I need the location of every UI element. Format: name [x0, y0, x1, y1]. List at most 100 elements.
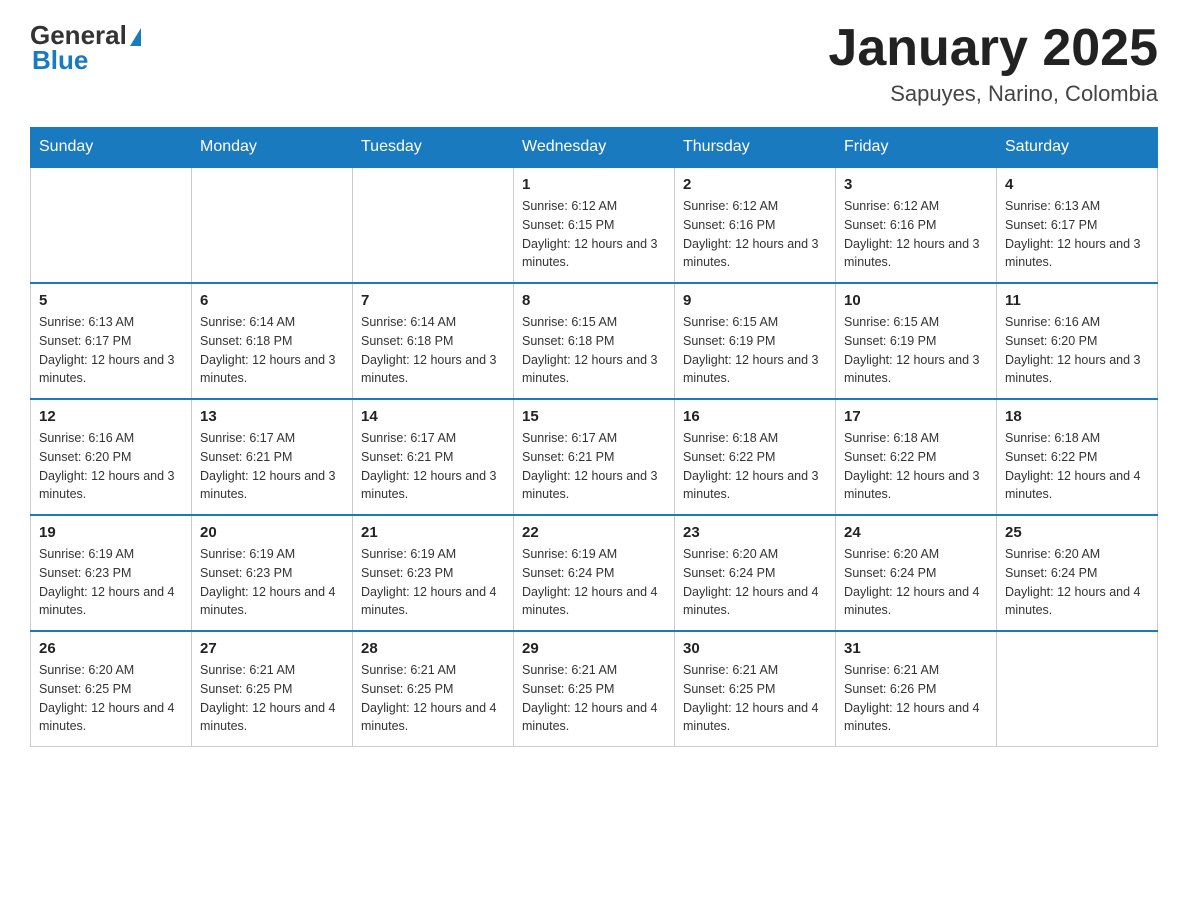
day-info: Sunrise: 6:19 AMSunset: 6:23 PMDaylight:…	[39, 545, 183, 620]
day-info: Sunrise: 6:17 AMSunset: 6:21 PMDaylight:…	[361, 429, 505, 504]
day-number: 16	[683, 408, 827, 425]
day-info: Sunrise: 6:21 AMSunset: 6:25 PMDaylight:…	[200, 661, 344, 736]
calendar-cell-1-7: 4Sunrise: 6:13 AMSunset: 6:17 PMDaylight…	[997, 167, 1158, 283]
day-info: Sunrise: 6:20 AMSunset: 6:24 PMDaylight:…	[1005, 545, 1149, 620]
header-thursday: Thursday	[675, 128, 836, 168]
calendar-cell-5-2: 27 Sunrise: 6:21 AMSunset: 6:25 PMDayligh…	[192, 631, 353, 747]
day-info: Sunrise: 6:12 AMSunset: 6:15 PMDaylight:…	[522, 197, 666, 272]
location-title: Sapuyes, Narino, Colombia	[828, 81, 1158, 107]
calendar-cell-2-5: 9 Sunrise: 6:15 AMSunset: 6:19 PMDaylight…	[675, 283, 836, 399]
calendar-cell-4-6: 24 Sunrise: 6:20 AMSunset: 6:24 PMDayligh…	[836, 515, 997, 631]
day-number: 24	[844, 524, 988, 541]
calendar-cell-5-5: 30Sunrise: 6:21 AMSunset: 6:25 PMDayligh…	[675, 631, 836, 747]
day-number: 28	[361, 640, 505, 657]
header-sunday: Sunday	[31, 128, 192, 168]
calendar-cell-5-3: 28 Sunrise: 6:21 AMSunset: 6:25 PMDayligh…	[353, 631, 514, 747]
day-number: 10	[844, 292, 988, 309]
day-info: Sunrise: 6:20 AMSunset: 6:24 PMDaylight:…	[844, 545, 988, 620]
day-info: Sunrise: 6:19 AMSunset: 6:23 PMDaylight:…	[200, 545, 344, 620]
calendar-cell-4-5: 23Sunrise: 6:20 AMSunset: 6:24 PMDayligh…	[675, 515, 836, 631]
week-row-4: 19 Sunrise: 6:19 AMSunset: 6:23 PMDayligh…	[31, 515, 1158, 631]
calendar-cell-3-2: 13Sunrise: 6:17 AMSunset: 6:21 PMDayligh…	[192, 399, 353, 515]
day-number: 1	[522, 176, 666, 193]
day-number: 29	[522, 640, 666, 657]
day-info: Sunrise: 6:17 AMSunset: 6:21 PMDaylight:…	[200, 429, 344, 504]
month-title: January 2025	[828, 20, 1158, 77]
calendar-cell-1-2	[192, 167, 353, 283]
header-tuesday: Tuesday	[353, 128, 514, 168]
calendar-cell-3-1: 12 Sunrise: 6:16 AMSunset: 6:20 PMDayligh…	[31, 399, 192, 515]
day-info: Sunrise: 6:12 AMSunset: 6:16 PMDaylight:…	[683, 197, 827, 272]
header-monday: Monday	[192, 128, 353, 168]
day-number: 14	[361, 408, 505, 425]
day-info: Sunrise: 6:20 AMSunset: 6:25 PMDaylight:…	[39, 661, 183, 736]
calendar-cell-5-7	[997, 631, 1158, 747]
logo: General Blue	[30, 20, 141, 76]
day-info: Sunrise: 6:16 AMSunset: 6:20 PMDaylight:…	[39, 429, 183, 504]
day-number: 30	[683, 640, 827, 657]
day-number: 3	[844, 176, 988, 193]
calendar-cell-4-4: 22Sunrise: 6:19 AMSunset: 6:24 PMDayligh…	[514, 515, 675, 631]
calendar-table: SundayMondayTuesdayWednesdayThursdayFrid…	[30, 127, 1158, 747]
day-info: Sunrise: 6:18 AMSunset: 6:22 PMDaylight:…	[844, 429, 988, 504]
week-row-3: 12 Sunrise: 6:16 AMSunset: 6:20 PMDayligh…	[31, 399, 1158, 515]
header-wednesday: Wednesday	[514, 128, 675, 168]
calendar-cell-3-5: 16 Sunrise: 6:18 AMSunset: 6:22 PMDayligh…	[675, 399, 836, 515]
day-number: 2	[683, 176, 827, 193]
header-saturday: Saturday	[997, 128, 1158, 168]
logo-triangle-icon	[130, 28, 141, 46]
day-number: 26	[39, 640, 183, 657]
day-info: Sunrise: 6:17 AMSunset: 6:21 PMDaylight:…	[522, 429, 666, 504]
calendar-cell-1-3	[353, 167, 514, 283]
day-number: 9	[683, 292, 827, 309]
calendar-cell-4-2: 20 Sunrise: 6:19 AMSunset: 6:23 PMDayligh…	[192, 515, 353, 631]
calendar-cell-2-1: 5 Sunrise: 6:13 AMSunset: 6:17 PMDaylight…	[31, 283, 192, 399]
calendar-cell-4-1: 19 Sunrise: 6:19 AMSunset: 6:23 PMDayligh…	[31, 515, 192, 631]
calendar-cell-1-5: 2 Sunrise: 6:12 AMSunset: 6:16 PMDaylight…	[675, 167, 836, 283]
day-number: 25	[1005, 524, 1149, 541]
day-info: Sunrise: 6:18 AMSunset: 6:22 PMDaylight:…	[683, 429, 827, 504]
calendar-cell-1-1	[31, 167, 192, 283]
calendar-cell-2-2: 6Sunrise: 6:14 AMSunset: 6:18 PMDaylight…	[192, 283, 353, 399]
day-number: 21	[361, 524, 505, 541]
day-info: Sunrise: 6:14 AMSunset: 6:18 PMDaylight:…	[361, 313, 505, 388]
calendar-cell-1-4: 1 Sunrise: 6:12 AMSunset: 6:15 PMDaylight…	[514, 167, 675, 283]
day-number: 31	[844, 640, 988, 657]
day-info: Sunrise: 6:20 AMSunset: 6:24 PMDaylight:…	[683, 545, 827, 620]
day-info: Sunrise: 6:12 AMSunset: 6:16 PMDaylight:…	[844, 197, 988, 272]
day-info: Sunrise: 6:15 AMSunset: 6:19 PMDaylight:…	[683, 313, 827, 388]
day-number: 18	[1005, 408, 1149, 425]
header-friday: Friday	[836, 128, 997, 168]
day-info: Sunrise: 6:18 AMSunset: 6:22 PMDaylight:…	[1005, 429, 1149, 504]
day-number: 5	[39, 292, 183, 309]
day-info: Sunrise: 6:15 AMSunset: 6:19 PMDaylight:…	[844, 313, 988, 388]
calendar-cell-4-3: 21Sunrise: 6:19 AMSunset: 6:23 PMDayligh…	[353, 515, 514, 631]
week-row-1: 1 Sunrise: 6:12 AMSunset: 6:15 PMDaylight…	[31, 167, 1158, 283]
calendar-cell-4-7: 25 Sunrise: 6:20 AMSunset: 6:24 PMDayligh…	[997, 515, 1158, 631]
day-number: 6	[200, 292, 344, 309]
calendar-cell-2-6: 10 Sunrise: 6:15 AMSunset: 6:19 PMDayligh…	[836, 283, 997, 399]
day-info: Sunrise: 6:13 AMSunset: 6:17 PMDaylight:…	[39, 313, 183, 388]
day-info: Sunrise: 6:21 AMSunset: 6:26 PMDaylight:…	[844, 661, 988, 736]
day-info: Sunrise: 6:13 AMSunset: 6:17 PMDaylight:…	[1005, 197, 1149, 272]
day-number: 27	[200, 640, 344, 657]
calendar-cell-3-4: 15Sunrise: 6:17 AMSunset: 6:21 PMDayligh…	[514, 399, 675, 515]
calendar-cell-2-7: 11 Sunrise: 6:16 AMSunset: 6:20 PMDayligh…	[997, 283, 1158, 399]
page-header: General Blue January 2025 Sapuyes, Narin…	[30, 20, 1158, 107]
calendar-header-row: SundayMondayTuesdayWednesdayThursdayFrid…	[31, 128, 1158, 168]
day-info: Sunrise: 6:21 AMSunset: 6:25 PMDaylight:…	[522, 661, 666, 736]
day-number: 19	[39, 524, 183, 541]
day-info: Sunrise: 6:19 AMSunset: 6:24 PMDaylight:…	[522, 545, 666, 620]
day-number: 11	[1005, 292, 1149, 309]
logo-blue-text: Blue	[32, 45, 88, 76]
day-number: 20	[200, 524, 344, 541]
calendar-cell-2-4: 8Sunrise: 6:15 AMSunset: 6:18 PMDaylight…	[514, 283, 675, 399]
title-area: January 2025 Sapuyes, Narino, Colombia	[828, 20, 1158, 107]
day-number: 7	[361, 292, 505, 309]
calendar-cell-5-1: 26 Sunrise: 6:20 AMSunset: 6:25 PMDayligh…	[31, 631, 192, 747]
day-number: 12	[39, 408, 183, 425]
calendar-cell-2-3: 7 Sunrise: 6:14 AMSunset: 6:18 PMDaylight…	[353, 283, 514, 399]
calendar-cell-5-6: 31 Sunrise: 6:21 AMSunset: 6:26 PMDayligh…	[836, 631, 997, 747]
day-info: Sunrise: 6:16 AMSunset: 6:20 PMDaylight:…	[1005, 313, 1149, 388]
day-info: Sunrise: 6:21 AMSunset: 6:25 PMDaylight:…	[361, 661, 505, 736]
